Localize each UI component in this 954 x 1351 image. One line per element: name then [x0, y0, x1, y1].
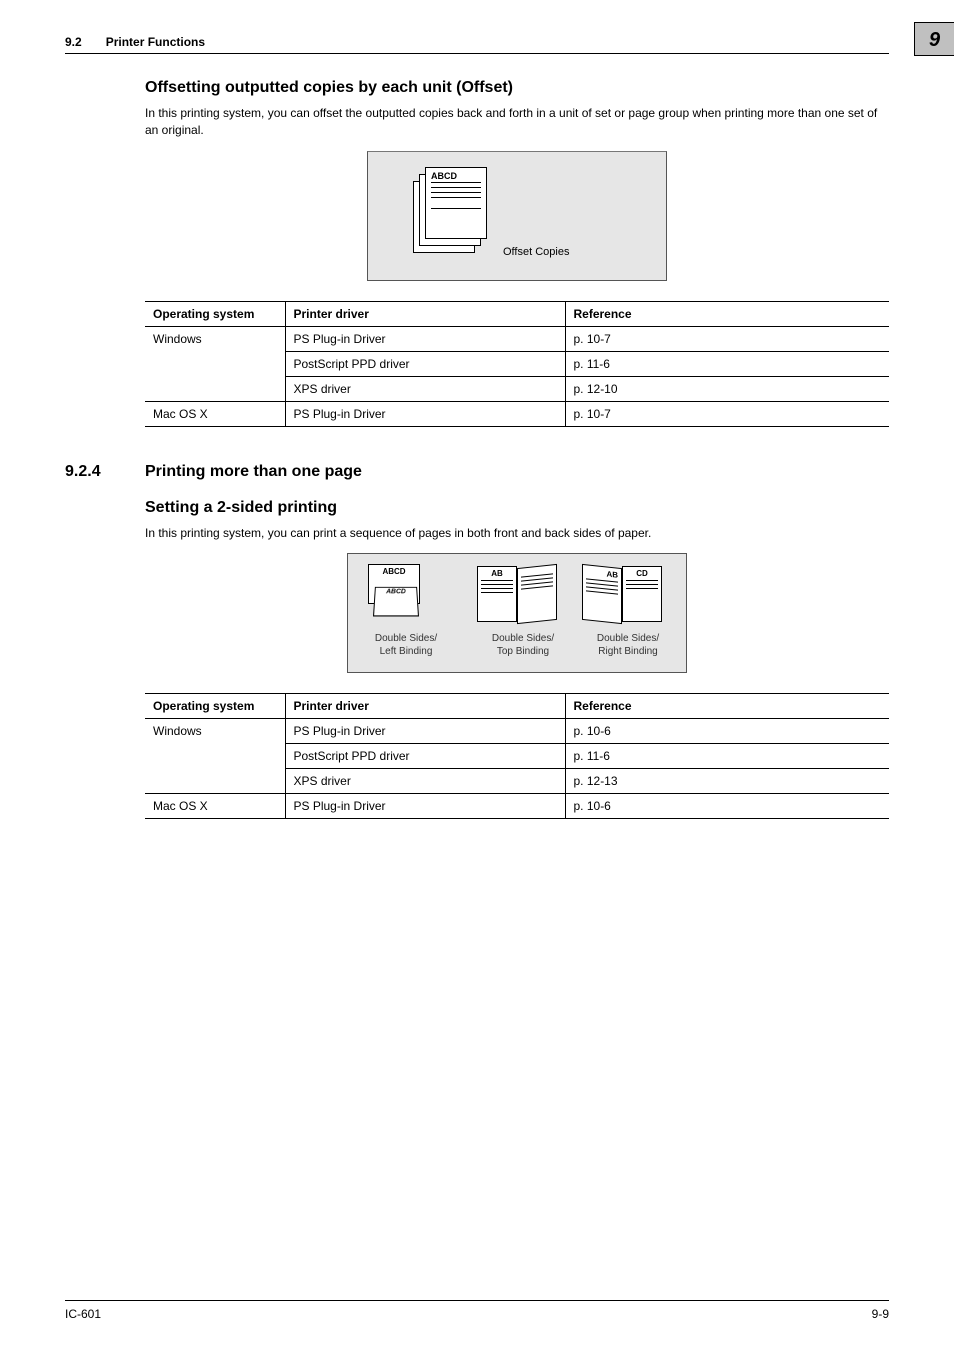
- table-cell: p. 11-6: [565, 351, 889, 376]
- duplex-caption-line: Left Binding: [380, 646, 433, 657]
- offset-figure: ABCD Offset Copies: [367, 151, 667, 281]
- table-cell: p. 10-6: [565, 719, 889, 744]
- duplex-caption-line: Double Sides/: [375, 633, 437, 644]
- header-section-title: Printer Functions: [106, 35, 205, 49]
- offset-heading: Offsetting outputted copies by each unit…: [145, 79, 889, 97]
- footer-page-number: 9-9: [872, 1307, 889, 1321]
- table-cell: p. 10-7: [565, 326, 889, 351]
- duplex-sheet-label: AB: [478, 567, 516, 578]
- duplex-left-binding-illustration: ABCD ABCD Double Sides/ Left Binding: [356, 564, 456, 658]
- duplex-sheet-label: ABCD: [369, 565, 419, 578]
- table-cell: p. 12-10: [565, 376, 889, 401]
- duplex-subheading: Setting a 2-sided printing: [145, 499, 889, 517]
- duplex-reference-table: Operating system Printer driver Referenc…: [145, 693, 889, 819]
- table-header-driver: Printer driver: [285, 694, 565, 719]
- table-cell: XPS driver: [285, 376, 565, 401]
- table-header-reference: Reference: [565, 694, 889, 719]
- table-cell: PS Plug-in Driver: [285, 719, 565, 744]
- table-cell: Windows: [145, 326, 285, 401]
- table-cell: XPS driver: [285, 769, 565, 794]
- duplex-top-binding-illustration: AB Double Sides/ Top Binding: [473, 564, 573, 658]
- page-footer: IC-601 9-9: [65, 1300, 889, 1321]
- table-cell: PS Plug-in Driver: [285, 401, 565, 426]
- duplex-sheet-small-label: ABCD: [375, 588, 416, 596]
- duplex-figure: ABCD ABCD Double Sides/ Left Binding AB: [347, 553, 687, 673]
- offset-sheet-label: ABCD: [426, 168, 486, 182]
- table-cell: Mac OS X: [145, 401, 285, 426]
- header-section-number: 9.2: [65, 35, 82, 49]
- subsection-heading: Printing more than one page: [145, 463, 362, 481]
- table-header-os: Operating system: [145, 694, 285, 719]
- table-cell: p. 11-6: [565, 744, 889, 769]
- offset-figure-caption: Offset Copies: [503, 246, 569, 258]
- footer-model: IC-601: [65, 1307, 101, 1321]
- table-cell: p. 10-6: [565, 794, 889, 819]
- page-header: 9.2 Printer Functions: [65, 35, 889, 54]
- table-cell: PostScript PPD driver: [285, 351, 565, 376]
- offset-reference-table: Operating system Printer driver Referenc…: [145, 301, 889, 427]
- duplex-caption-line: Double Sides/: [492, 633, 554, 644]
- table-header-reference: Reference: [565, 301, 889, 326]
- chapter-number-badge: 9: [914, 22, 954, 56]
- table-header-os: Operating system: [145, 301, 285, 326]
- table-cell: PostScript PPD driver: [285, 744, 565, 769]
- duplex-paragraph: In this printing system, you can print a…: [145, 525, 889, 542]
- duplex-sheet-label: CD: [623, 567, 661, 578]
- table-cell: p. 12-13: [565, 769, 889, 794]
- duplex-caption-line: Double Sides/: [597, 633, 659, 644]
- table-cell: PS Plug-in Driver: [285, 326, 565, 351]
- duplex-right-binding-illustration: AB CD Double Sides/ Right Binding: [578, 564, 678, 658]
- table-cell: PS Plug-in Driver: [285, 794, 565, 819]
- table-cell: Windows: [145, 719, 285, 794]
- table-cell: Mac OS X: [145, 794, 285, 819]
- offset-paragraph: In this printing system, you can offset …: [145, 105, 889, 139]
- duplex-caption-line: Top Binding: [497, 646, 549, 657]
- table-header-driver: Printer driver: [285, 301, 565, 326]
- subsection-number: 9.2.4: [65, 463, 111, 481]
- duplex-caption-line: Right Binding: [598, 646, 657, 657]
- table-cell: p. 10-7: [565, 401, 889, 426]
